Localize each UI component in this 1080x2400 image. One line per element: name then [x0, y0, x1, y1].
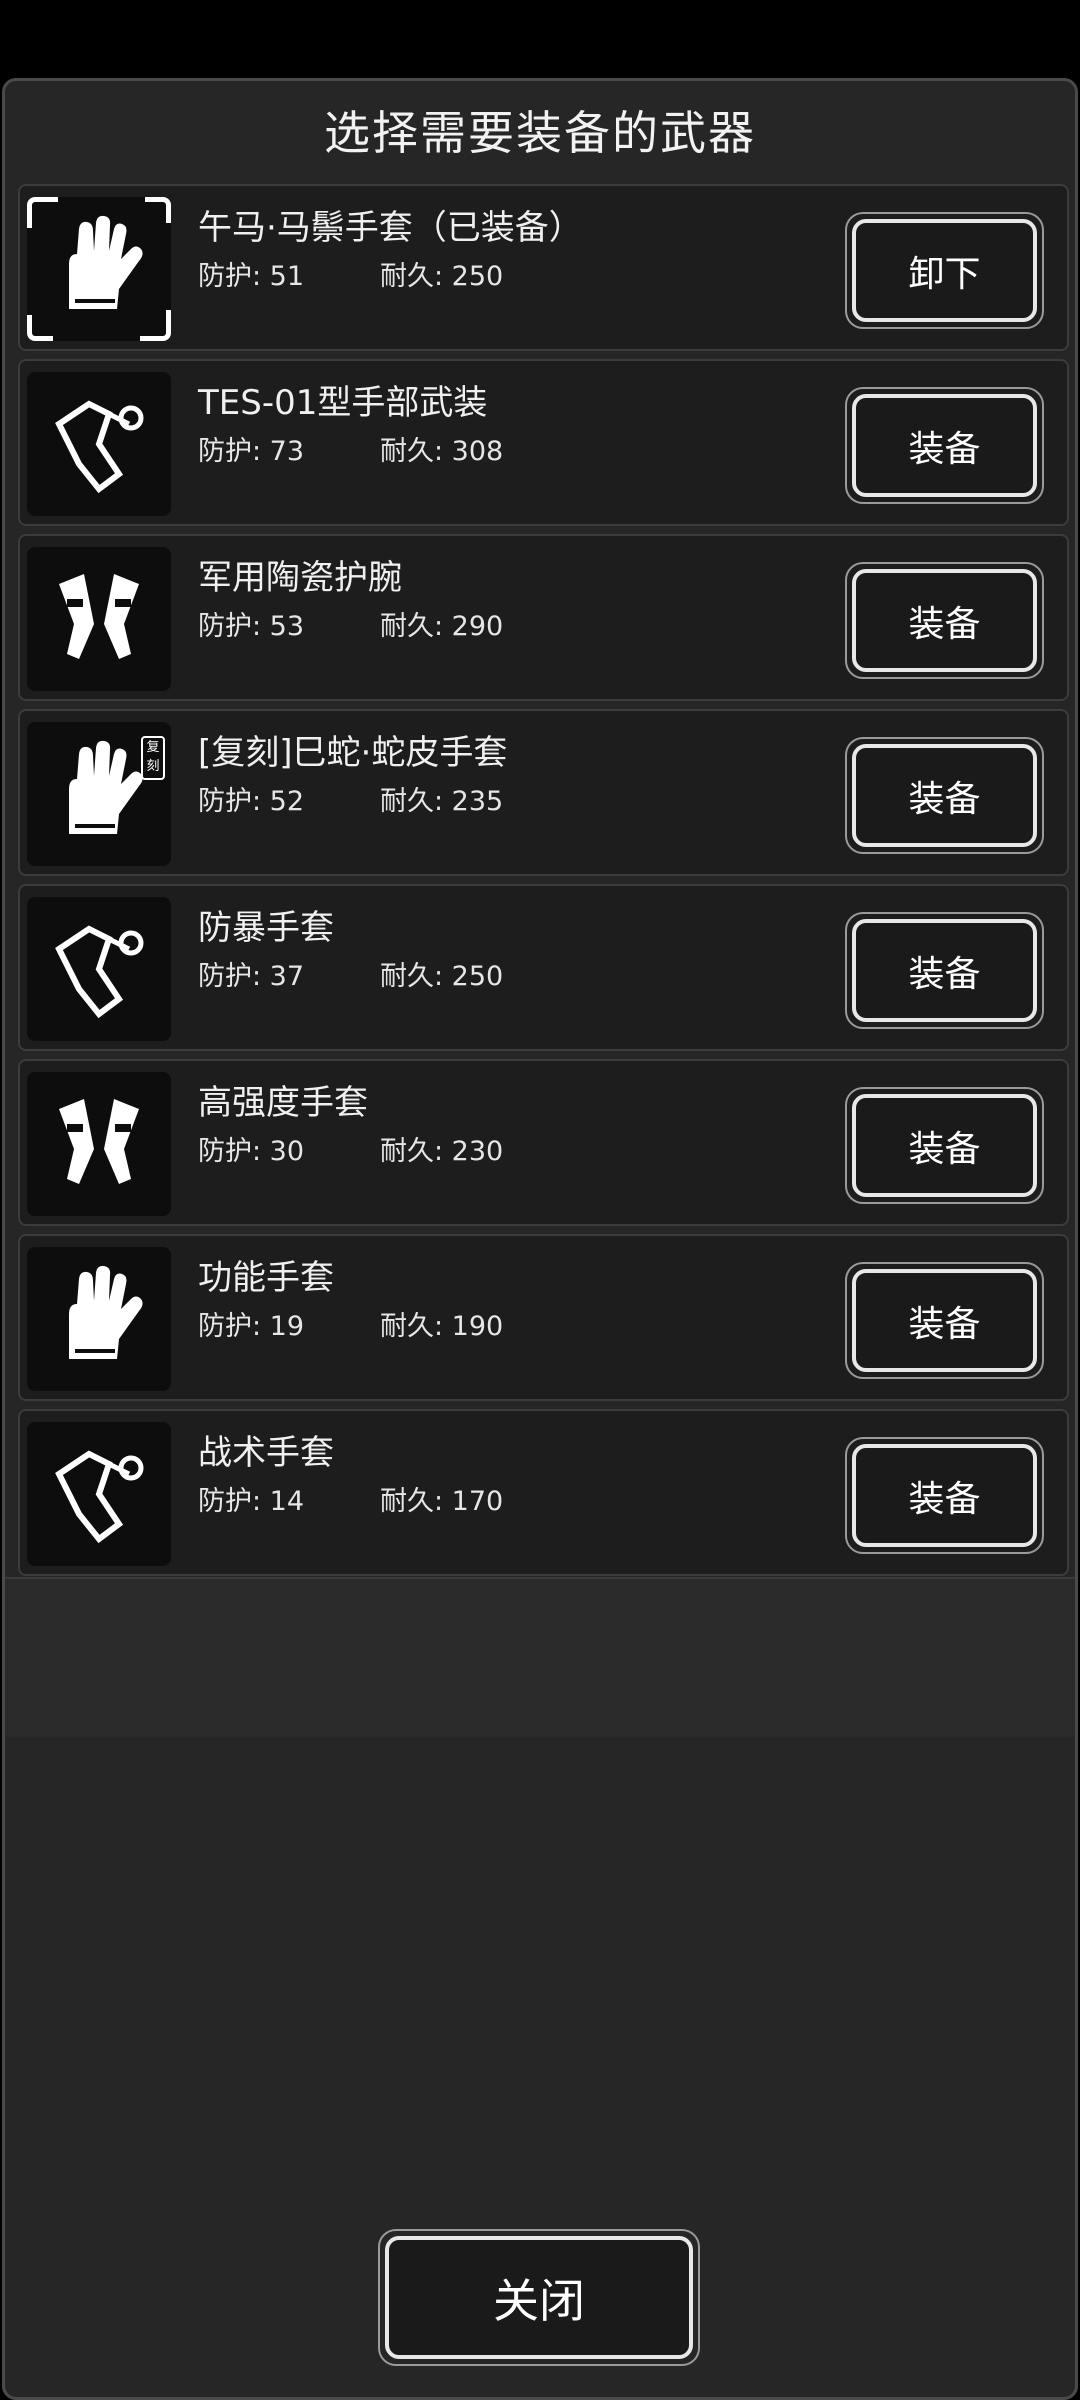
dialog-title: 选择需要装备的武器 [324, 106, 756, 160]
defense-stat: 防护: 37 [198, 961, 305, 992]
item-name: 午马·马鬃手套（已装备） [198, 208, 583, 248]
item-thumbnail [27, 1247, 171, 1391]
bottom-bar [5, 1577, 1075, 1737]
button-label: 装备 [852, 394, 1037, 497]
unequip-button[interactable]: 卸下 [845, 212, 1044, 329]
item-thumbnail [27, 372, 171, 516]
item-name: 高强度手套 [198, 1083, 368, 1123]
equip-button[interactable]: 装备 [845, 737, 1044, 854]
item-name: 防暴手套 [198, 908, 334, 948]
equip-button[interactable]: 装备 [845, 1087, 1044, 1204]
button-label: 装备 [852, 744, 1037, 847]
equip-button[interactable]: 装备 [845, 1437, 1044, 1554]
equipment-item[interactable]: 高强度手套防护: 30 耐久: 230 装备 [18, 1059, 1069, 1226]
equip-button[interactable]: 装备 [845, 562, 1044, 679]
equipment-list[interactable]: 午马·马鬃手套（已装备） 防护: 51 耐久: 250 卸下 TES-01型手部武装防护… [5, 182, 1075, 1577]
defense-stat: 防护: 30 [198, 1136, 305, 1167]
defense-stat: 防护: 73 [198, 436, 305, 467]
item-thumbnail [27, 1072, 171, 1216]
defense-stat: 防护: 19 [198, 1311, 305, 1342]
equipment-item[interactable]: 复刻 [复刻]巳蛇·蛇皮手套防护: 52 耐久: 235 装备 [18, 709, 1069, 876]
durability-stat: 耐久: 250 [380, 961, 504, 992]
item-thumbnail: 复刻 [27, 722, 171, 866]
equip-button[interactable]: 装备 [845, 912, 1044, 1029]
durability-stat: 耐久: 308 [380, 436, 504, 467]
reprint-tag: 复刻 [141, 736, 165, 780]
defense-stat: 防护: 53 [198, 611, 305, 642]
button-label: 装备 [852, 569, 1037, 672]
equipment-item[interactable]: 军用陶瓷护腕防护: 53 耐久: 290 装备 [18, 534, 1069, 701]
equipment-dialog: 选择需要装备的武器 午马·马鬃手套（已装备） 防护: 51 耐久: 250 卸下 TES… [2, 78, 1078, 2400]
item-name: [复刻]巳蛇·蛇皮手套 [198, 733, 508, 773]
button-label: 装备 [852, 1094, 1037, 1197]
close-button-label: 关闭 [385, 2236, 693, 2359]
defense-stat: 防护: 51 [198, 261, 305, 292]
equipment-item[interactable]: 功能手套防护: 19 耐久: 190 装备 [18, 1234, 1069, 1401]
item-thumbnail [27, 547, 171, 691]
button-label: 装备 [852, 1444, 1037, 1547]
item-thumbnail [27, 1422, 171, 1566]
equip-button[interactable]: 装备 [845, 1262, 1044, 1379]
item-thumbnail [27, 897, 171, 1041]
item-thumbnail [27, 197, 171, 341]
equipment-item[interactable]: 午马·马鬃手套（已装备） 防护: 51 耐久: 250 卸下 [18, 184, 1069, 351]
button-label: 卸下 [852, 219, 1037, 322]
equip-button[interactable]: 装备 [845, 387, 1044, 504]
durability-stat: 耐久: 230 [380, 1136, 504, 1167]
durability-stat: 耐久: 170 [380, 1486, 504, 1517]
durability-stat: 耐久: 190 [380, 1311, 504, 1342]
button-label: 装备 [852, 919, 1037, 1022]
button-label: 装备 [852, 1269, 1037, 1372]
durability-stat: 耐久: 235 [380, 786, 504, 817]
close-button[interactable]: 关闭 [378, 2229, 700, 2366]
item-name: 功能手套 [198, 1258, 334, 1298]
equipment-item[interactable]: 防暴手套防护: 37 耐久: 250 装备 [18, 884, 1069, 1051]
defense-stat: 防护: 52 [198, 786, 305, 817]
equipment-item[interactable]: 战术手套防护: 14 耐久: 170 装备 [18, 1409, 1069, 1576]
item-name: 军用陶瓷护腕 [198, 558, 402, 598]
equipment-item[interactable]: TES-01型手部武装防护: 73 耐久: 308 装备 [18, 359, 1069, 526]
defense-stat: 防护: 14 [198, 1486, 305, 1517]
durability-stat: 耐久: 250 [380, 261, 504, 292]
item-name: TES-01型手部武装 [198, 383, 488, 423]
item-name: 战术手套 [198, 1433, 334, 1473]
durability-stat: 耐久: 290 [380, 611, 504, 642]
